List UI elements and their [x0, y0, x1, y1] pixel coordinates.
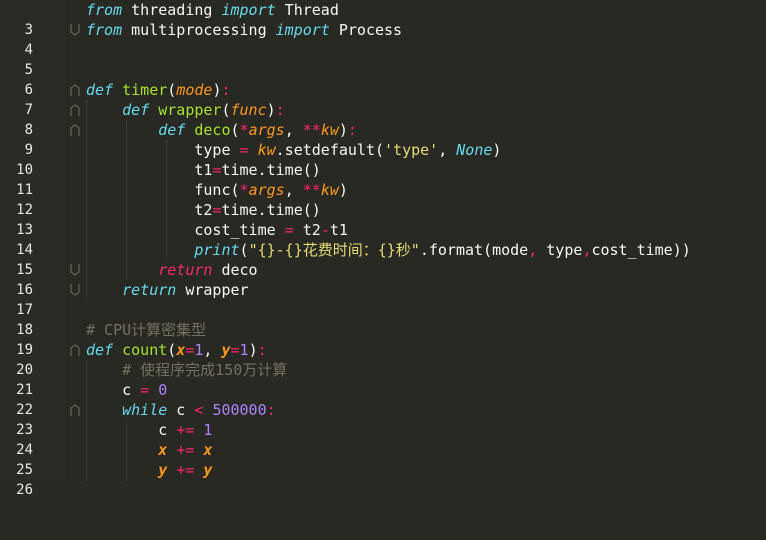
code-line[interactable]: 12 func(*args, **kw)	[0, 180, 766, 218]
code-text: c = 0	[86, 381, 168, 399]
code-line[interactable]: 24 c += 1	[0, 420, 766, 458]
fold-start-icon[interactable]	[70, 124, 80, 136]
code-line[interactable]: 10 type = kw.setdefault('type', None)	[0, 140, 766, 178]
code-line[interactable]: 4 from multiprocessing import Process	[0, 20, 766, 58]
code-line[interactable]: 21 # 使程序完成150万计算	[0, 360, 766, 398]
line-number: 26	[16, 482, 33, 498]
code-text: from threading import Thread	[86, 1, 339, 19]
code-text: def timer(mode):	[86, 81, 231, 99]
code-text: x += x	[158, 441, 213, 459]
code-line[interactable]: 11 t1=time.time()	[0, 160, 766, 198]
code-text: def deco(*args, **kw):	[158, 121, 357, 139]
code-line[interactable]: 18	[0, 300, 766, 338]
code-line[interactable]: 5	[0, 40, 766, 78]
code-line[interactable]: 9 def deco(*args, **kw):	[0, 120, 766, 158]
code-text: while c < 500000:	[122, 401, 276, 419]
code-text: cost_time = t2-t1	[86, 221, 348, 239]
code-text: return deco	[158, 261, 258, 279]
fold-end-icon[interactable]	[70, 264, 80, 276]
code-line[interactable]: 26 y += y	[0, 460, 766, 498]
code-line[interactable]: 23 while c < 500000:	[0, 400, 766, 438]
fold-start-icon[interactable]	[70, 344, 80, 356]
fold-end-icon[interactable]	[70, 24, 80, 36]
code-editor[interactable]: 3 from threading import Thread 4 from mu…	[0, 0, 766, 498]
fold-start-icon[interactable]	[70, 104, 80, 116]
code-line[interactable]: 13 t2=time.time()	[0, 200, 766, 238]
code-line[interactable]: 15 print("{}-{}花费时间：{}秒".format(mode, ty…	[0, 240, 766, 278]
code-text: type = kw.setdefault('type', None)	[86, 141, 502, 159]
code-line[interactable]: 19 # CPU计算密集型	[0, 320, 766, 358]
code-line[interactable]: 16 return deco	[0, 260, 766, 298]
fold-start-icon[interactable]	[70, 84, 80, 96]
code-comment: # CPU计算密集型	[86, 321, 207, 339]
code-text: return wrapper	[122, 281, 249, 299]
code-text: y += y	[158, 461, 213, 479]
code-line[interactable]: 6	[0, 60, 766, 98]
code-comment: # 使程序完成150万计算	[86, 361, 288, 379]
fold-end-icon[interactable]	[70, 284, 80, 296]
code-line[interactable]: 22 c = 0	[0, 380, 766, 418]
code-line[interactable]: 3 from threading import Thread	[0, 0, 766, 38]
code-line[interactable]: 20 def count(x=1, y=1):	[0, 340, 766, 378]
code-text: c += 1	[86, 421, 213, 439]
code-text: def count(x=1, y=1):	[86, 341, 267, 359]
code-line[interactable]: 17 return wrapper	[0, 280, 766, 318]
fold-start-icon[interactable]	[70, 404, 80, 416]
code-text: t1=time.time()	[86, 161, 321, 179]
code-line[interactable]: 25 x += x	[0, 440, 766, 478]
code-text: def wrapper(func):	[122, 101, 285, 119]
code-text: from multiprocessing import Process	[86, 21, 403, 39]
code-text: print("{}-{}花费时间：{}秒".format(mode, type,…	[194, 241, 691, 259]
code-line[interactable]: 8 def wrapper(func):	[0, 100, 766, 138]
code-text: func(*args, **kw)	[86, 181, 348, 199]
code-line[interactable]: 14 cost_time = t2-t1	[0, 220, 766, 258]
code-text: t2=time.time()	[86, 201, 321, 219]
code-line[interactable]: 7 def timer(mode):	[0, 80, 766, 118]
